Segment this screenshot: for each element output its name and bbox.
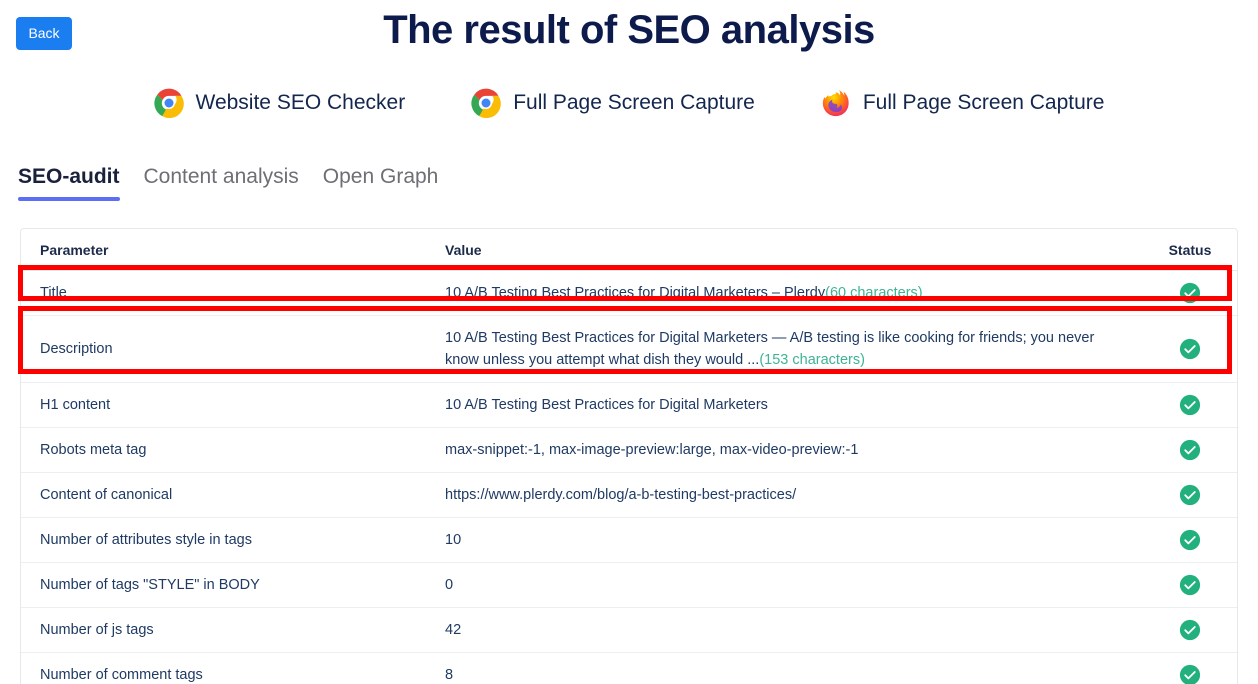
cell-status bbox=[1141, 473, 1238, 518]
extension-label: Full Page Screen Capture bbox=[513, 91, 755, 115]
extension-item-2[interactable]: Full Page Screen Capture bbox=[471, 88, 755, 118]
extension-item-1[interactable]: Website SEO Checker bbox=[154, 88, 406, 118]
chrome-icon bbox=[471, 88, 501, 118]
table-row: Number of comment tags8 bbox=[21, 653, 1238, 684]
cell-parameter: H1 content bbox=[21, 383, 441, 428]
table-row: Number of tags "STYLE" in BODY0 bbox=[21, 563, 1238, 608]
value-text: https://www.plerdy.com/blog/a-b-testing-… bbox=[445, 487, 796, 503]
cell-status bbox=[1141, 563, 1238, 608]
table-row: Number of js tags42 bbox=[21, 608, 1238, 653]
page-title: The result of SEO analysis bbox=[0, 8, 1258, 53]
cell-value: 10 A/B Testing Best Practices for Digita… bbox=[441, 271, 1141, 316]
chrome-icon bbox=[154, 88, 184, 118]
cell-parameter: Description bbox=[21, 316, 441, 383]
tab-open-graph[interactable]: Open Graph bbox=[323, 165, 439, 201]
cell-parameter: Content of canonical bbox=[21, 473, 441, 518]
value-text: max-snippet:-1, max-image-preview:large,… bbox=[445, 442, 858, 458]
status-check-icon bbox=[1179, 282, 1201, 304]
cell-parameter: Number of js tags bbox=[21, 608, 441, 653]
value-text: 8 bbox=[445, 667, 453, 683]
status-check-icon bbox=[1179, 439, 1201, 461]
tab-seo-audit[interactable]: SEO-audit bbox=[18, 165, 120, 201]
extension-label: Full Page Screen Capture bbox=[863, 91, 1105, 115]
cell-value: 10 bbox=[441, 518, 1141, 563]
status-check-icon bbox=[1179, 338, 1201, 360]
table-header: Parameter Value Status bbox=[21, 229, 1238, 271]
cell-value: 10 A/B Testing Best Practices for Digita… bbox=[441, 383, 1141, 428]
tab-bar: SEO-audit Content analysis Open Graph bbox=[18, 165, 438, 201]
cell-parameter: Number of attributes style in tags bbox=[21, 518, 441, 563]
value-text: 0 bbox=[445, 577, 453, 593]
cell-value: max-snippet:-1, max-image-preview:large,… bbox=[441, 428, 1141, 473]
cell-status bbox=[1141, 428, 1238, 473]
seo-audit-table: Parameter Value Status Title10 A/B Testi… bbox=[21, 229, 1238, 684]
table-row: Content of canonicalhttps://www.plerdy.c… bbox=[21, 473, 1238, 518]
status-check-icon bbox=[1179, 484, 1201, 506]
cell-parameter: Title bbox=[21, 271, 441, 316]
value-text: 42 bbox=[445, 622, 461, 638]
cell-status bbox=[1141, 518, 1238, 563]
cell-value: 42 bbox=[441, 608, 1141, 653]
tab-content-analysis[interactable]: Content analysis bbox=[144, 165, 299, 201]
table-row: Robots meta tagmax-snippet:-1, max-image… bbox=[21, 428, 1238, 473]
char-count-label: (153 characters) bbox=[759, 352, 865, 368]
value-text: 10 bbox=[445, 532, 461, 548]
cell-parameter: Number of tags "STYLE" in BODY bbox=[21, 563, 441, 608]
column-header-parameter: Parameter bbox=[21, 229, 441, 271]
seo-audit-table-container: Parameter Value Status Title10 A/B Testi… bbox=[20, 228, 1238, 684]
cell-status bbox=[1141, 316, 1238, 383]
cell-parameter: Number of comment tags bbox=[21, 653, 441, 684]
column-header-value: Value bbox=[441, 229, 1141, 271]
status-check-icon bbox=[1179, 619, 1201, 641]
table-row: Number of attributes style in tags10 bbox=[21, 518, 1238, 563]
status-check-icon bbox=[1179, 664, 1201, 684]
cell-value: 0 bbox=[441, 563, 1141, 608]
value-text: 10 A/B Testing Best Practices for Digita… bbox=[445, 397, 768, 413]
extension-item-3[interactable]: Full Page Screen Capture bbox=[821, 88, 1105, 118]
firefox-icon bbox=[821, 88, 851, 118]
table-row: H1 content10 A/B Testing Best Practices … bbox=[21, 383, 1238, 428]
column-header-status: Status bbox=[1141, 229, 1238, 271]
table-row: Title10 A/B Testing Best Practices for D… bbox=[21, 271, 1238, 316]
cell-value: 10 A/B Testing Best Practices for Digita… bbox=[441, 316, 1141, 383]
cell-status bbox=[1141, 271, 1238, 316]
cell-parameter: Robots meta tag bbox=[21, 428, 441, 473]
table-header-row: Parameter Value Status bbox=[21, 229, 1238, 271]
status-check-icon bbox=[1179, 574, 1201, 596]
value-text: 10 A/B Testing Best Practices for Digita… bbox=[445, 285, 825, 301]
char-count-label: (60 characters) bbox=[825, 285, 923, 301]
table-row: Description10 A/B Testing Best Practices… bbox=[21, 316, 1238, 383]
cell-status bbox=[1141, 608, 1238, 653]
cell-value: 8 bbox=[441, 653, 1141, 684]
seo-analysis-page: Back The result of SEO analysis Website … bbox=[0, 0, 1258, 684]
status-check-icon bbox=[1179, 394, 1201, 416]
table-body: Title10 A/B Testing Best Practices for D… bbox=[21, 271, 1238, 684]
cell-value: https://www.plerdy.com/blog/a-b-testing-… bbox=[441, 473, 1141, 518]
cell-status bbox=[1141, 653, 1238, 684]
status-check-icon bbox=[1179, 529, 1201, 551]
browser-extension-list: Website SEO Checker Full Page Screen Capt… bbox=[0, 88, 1258, 118]
cell-status bbox=[1141, 383, 1238, 428]
extension-label: Website SEO Checker bbox=[196, 91, 406, 115]
